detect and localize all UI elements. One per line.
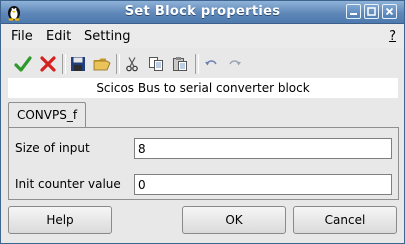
- redo-icon[interactable]: [224, 53, 246, 75]
- init-counter-value-label: Init counter value: [15, 177, 121, 191]
- save-icon[interactable]: [67, 53, 89, 75]
- close-icon[interactable]: [382, 4, 397, 19]
- menu-bar: File Edit Setting ?: [1, 24, 404, 48]
- open-folder-icon[interactable]: [91, 53, 113, 75]
- block-description: Scicos Bus to serial converter block: [8, 78, 398, 98]
- cancel-button[interactable]: Cancel: [293, 206, 397, 234]
- maximize-icon[interactable]: [364, 4, 379, 19]
- parameters-panel: Size of input Init counter value: [8, 127, 399, 200]
- toolbar-separator: [116, 54, 120, 74]
- window-title: Set Block properties: [124, 4, 281, 19]
- minimize-icon[interactable]: [346, 4, 361, 19]
- menu-help[interactable]: ?: [389, 29, 396, 44]
- paste-icon[interactable]: [169, 53, 191, 75]
- ok-button[interactable]: OK: [182, 206, 286, 234]
- dialog-window: Set Block properties File Edit Setting ?: [0, 0, 405, 244]
- tab-convps-f[interactable]: CONVPS_f: [8, 102, 86, 128]
- menu-edit[interactable]: Edit: [46, 29, 71, 44]
- menu-file[interactable]: File: [11, 29, 33, 44]
- cross-icon[interactable]: [37, 53, 59, 75]
- undo-icon[interactable]: [200, 53, 222, 75]
- check-icon[interactable]: [12, 53, 34, 75]
- init-counter-value-field[interactable]: [134, 174, 392, 195]
- copy-icon[interactable]: [145, 53, 167, 75]
- menu-setting[interactable]: Setting: [84, 29, 131, 44]
- toolbar-separator: [195, 54, 199, 74]
- toolbar-separator: [62, 54, 66, 74]
- toolbar: [5, 51, 400, 76]
- size-of-input-field[interactable]: [134, 138, 392, 159]
- help-button[interactable]: Help: [8, 206, 112, 234]
- title-bar[interactable]: Set Block properties: [1, 1, 404, 24]
- size-of-input-label: Size of input: [15, 141, 90, 155]
- cut-icon[interactable]: [121, 53, 143, 75]
